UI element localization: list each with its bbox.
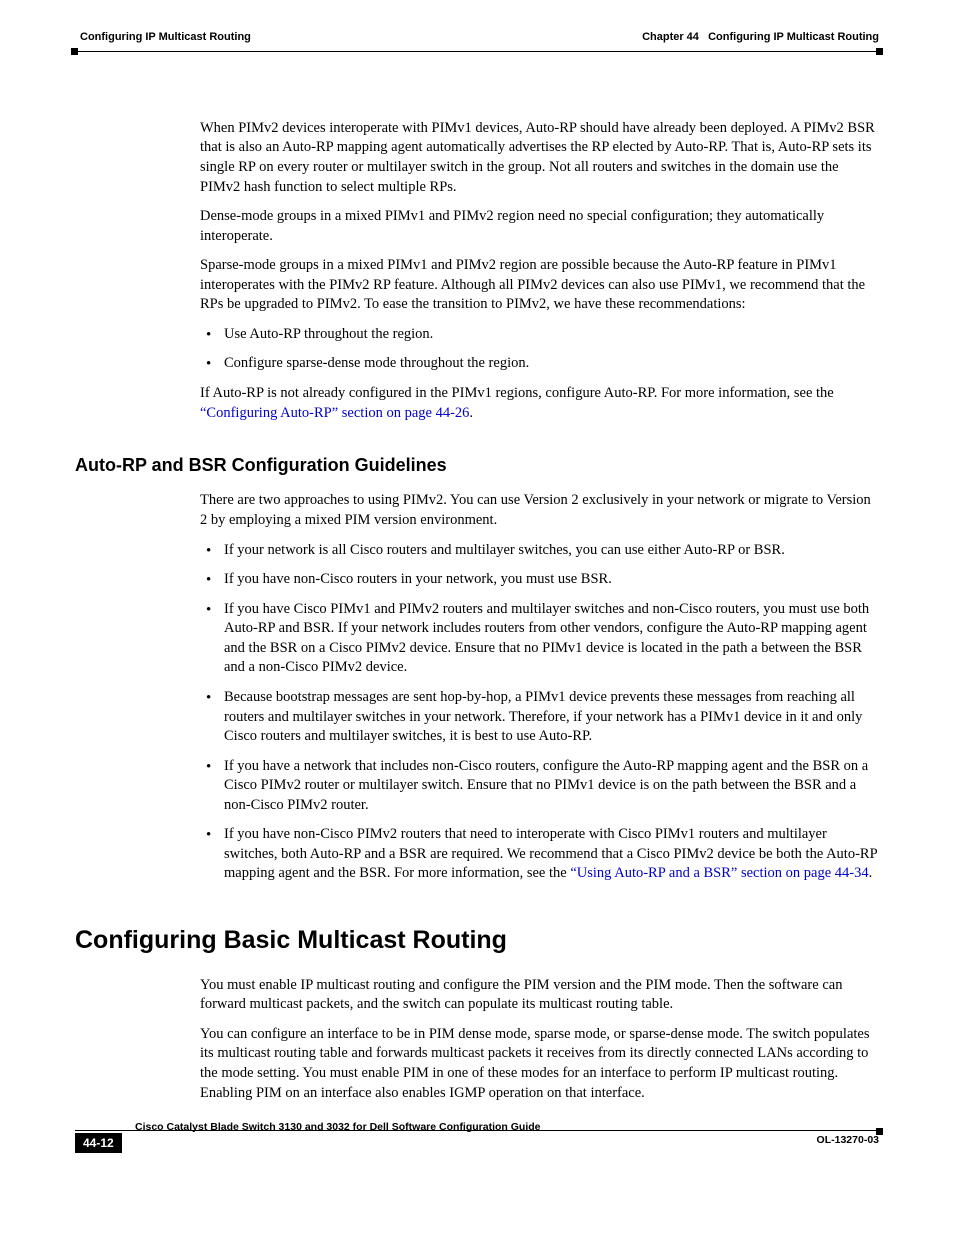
paragraph: Sparse-mode groups in a mixed PIMv1 and …	[200, 256, 879, 315]
list-item: If you have a network that includes non-…	[200, 757, 879, 816]
chapter-title: Configuring IP Multicast Routing	[708, 31, 879, 43]
footer-guide-title: Cisco Catalyst Blade Switch 3130 and 303…	[135, 1120, 541, 1134]
list-item: If your network is all Cisco routers and…	[200, 541, 879, 561]
heading-configuring-basic-multicast-routing: Configuring Basic Multicast Routing	[75, 924, 879, 958]
page-number: 44-12	[75, 1133, 122, 1153]
header-rule	[75, 51, 879, 59]
cross-reference-link[interactable]: “Configuring Auto-RP” section on page 44…	[200, 405, 469, 421]
text-run: .	[469, 405, 473, 421]
paragraph: You must enable IP multicast routing and…	[200, 976, 879, 1015]
paragraph: There are two approaches to using PIMv2.…	[200, 491, 879, 530]
list-item: If you have non-Cisco routers in your ne…	[200, 570, 879, 590]
page: Configuring IP Multicast Routing Chapter…	[0, 0, 954, 1173]
list-item: If you have Cisco PIMv1 and PIMv2 router…	[200, 600, 879, 678]
header-section: Configuring IP Multicast Routing	[75, 30, 251, 45]
list-item: If you have non-Cisco PIMv2 routers that…	[200, 825, 879, 884]
document-number: OL-13270-03	[817, 1133, 879, 1147]
cross-reference-link[interactable]: “Using Auto-RP and a BSR” section on pag…	[570, 865, 868, 881]
page-footer: Cisco Catalyst Blade Switch 3130 and 303…	[75, 1114, 879, 1153]
bullet-list: If your network is all Cisco routers and…	[200, 541, 879, 884]
paragraph: Dense-mode groups in a mixed PIMv1 and P…	[200, 207, 879, 246]
list-item: Configure sparse-dense mode throughout t…	[200, 354, 879, 374]
rule-endcap-icon	[876, 48, 883, 55]
heading-auto-rp-bsr-guidelines: Auto-RP and BSR Configuration Guidelines	[75, 453, 879, 477]
footer-rule	[75, 1130, 879, 1131]
list-item: Because bootstrap messages are sent hop-…	[200, 688, 879, 747]
text-run: .	[869, 865, 873, 881]
header-chapter: Chapter 44 Configuring IP Multicast Rout…	[642, 30, 879, 45]
paragraph: You can configure an interface to be in …	[200, 1025, 879, 1103]
rule-endcap-icon	[71, 48, 78, 55]
bullet-list: Use Auto-RP throughout the region. Confi…	[200, 325, 879, 374]
body-content: You must enable IP multicast routing and…	[200, 976, 879, 1103]
paragraph: When PIMv2 devices interoperate with PIM…	[200, 119, 879, 197]
body-content: There are two approaches to using PIMv2.…	[200, 491, 879, 884]
running-header: Configuring IP Multicast Routing Chapter…	[75, 30, 879, 45]
body-content: When PIMv2 devices interoperate with PIM…	[200, 119, 879, 423]
rule-endcap-icon	[876, 1128, 883, 1135]
text-run: If Auto-RP is not already configured in …	[200, 385, 834, 401]
chapter-label: Chapter 44	[642, 31, 699, 43]
paragraph: If Auto-RP is not already configured in …	[200, 384, 879, 423]
list-item: Use Auto-RP throughout the region.	[200, 325, 879, 345]
